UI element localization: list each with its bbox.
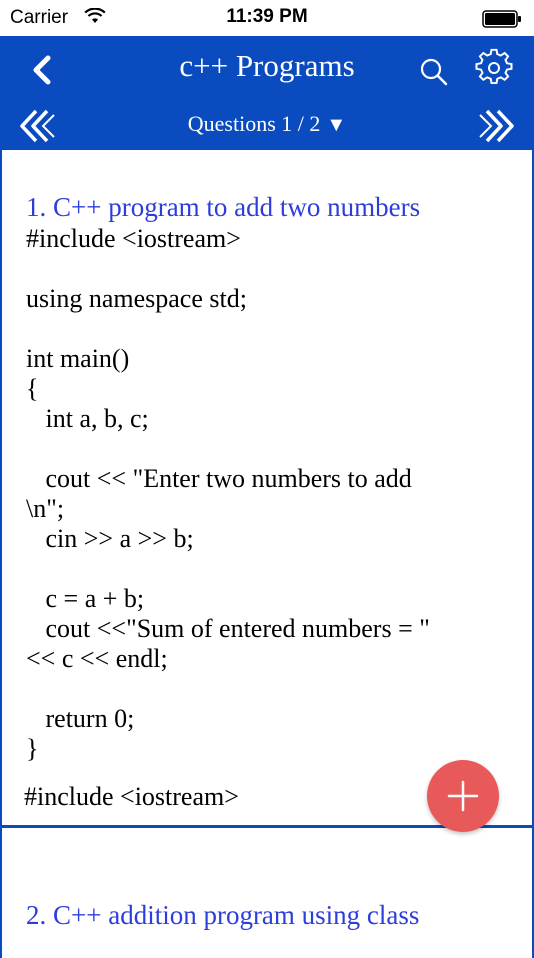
double-chevron-right-icon[interactable] — [476, 106, 520, 146]
question-card: 1. C++ program to add two numbers #inclu… — [0, 150, 534, 828]
plus-icon — [447, 780, 479, 812]
battery-icon — [482, 10, 522, 33]
clock: 11:39 PM — [226, 6, 308, 27]
dropdown-triangle-icon: ▼ — [326, 114, 347, 136]
gear-icon[interactable] — [474, 48, 514, 88]
code-block: #include <iostream> using namespace std;… — [26, 224, 430, 763]
question-counter: Questions 1 / 2 — [187, 111, 321, 136]
question-card: 2. C++ addition program using class — [0, 828, 534, 958]
question-title: 2. C++ addition program using class — [26, 900, 420, 930]
nav-bar: c++ Programs Questions 1 / 2 ▼ — [0, 36, 534, 150]
question-title: 1. C++ program to add two numbers — [26, 192, 421, 222]
question-selector[interactable]: Questions 1 / 2 ▼ — [0, 111, 534, 137]
add-button[interactable] — [427, 760, 499, 832]
code-block: #include <iostream> — [24, 782, 239, 811]
search-icon[interactable] — [416, 54, 452, 90]
status-bar: Carrier 11:39 PM — [0, 0, 534, 36]
page-title: c++ Programs — [179, 48, 355, 83]
